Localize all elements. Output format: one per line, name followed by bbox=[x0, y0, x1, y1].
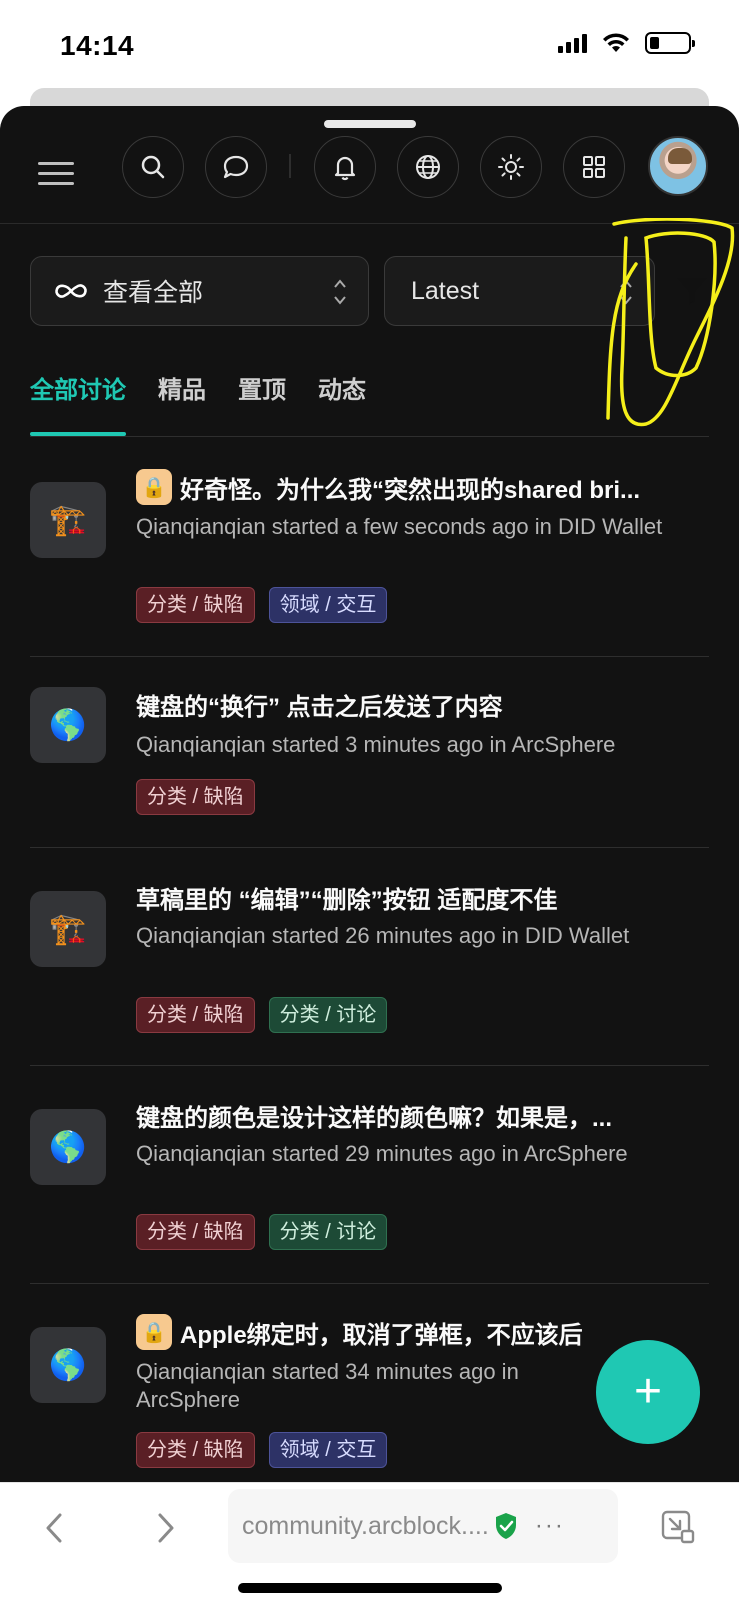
sort-select[interactable]: Latest bbox=[384, 256, 655, 326]
discussion-title-text: 键盘的“换行” 点击之后发送了内容 bbox=[136, 694, 503, 721]
tab-all-discussions[interactable]: 全部讨论 bbox=[30, 368, 126, 436]
browser-toolbar: community.arcblock.... ··· bbox=[0, 1482, 739, 1600]
view-select-label: 查看全部 bbox=[103, 279, 204, 307]
chevron-updown-icon bbox=[334, 279, 346, 305]
discussion-title[interactable]: 🔒 Apple绑定时，取消了弹框，不应该后 bbox=[136, 1314, 589, 1350]
discussion-list: 🏗️ 🔒 好奇怪。为什么我“突然出现的shared bri... Qianqia… bbox=[30, 439, 709, 1486]
lock-icon: 🔒 bbox=[136, 469, 172, 505]
discussion-item[interactable]: 🏗️ 🔒 好奇怪。为什么我“突然出现的shared bri... Qianqia… bbox=[30, 439, 709, 657]
discussion-title[interactable]: 键盘的“换行” 点击之后发送了内容 bbox=[136, 687, 699, 722]
board-avatar: 🌎 bbox=[30, 687, 106, 763]
chevron-updown-icon bbox=[620, 279, 632, 305]
discussion-title[interactable]: 🔒 好奇怪。为什么我“突然出现的shared bri... bbox=[136, 469, 699, 505]
tag[interactable]: 领域 / 交互 bbox=[268, 1432, 388, 1468]
status-time: 14:14 bbox=[60, 30, 135, 61]
infinity-icon bbox=[55, 284, 87, 298]
sort-select-label: Latest bbox=[411, 276, 480, 305]
tag[interactable]: 分类 / 讨论 bbox=[268, 1214, 388, 1250]
grid-icon bbox=[583, 156, 605, 178]
tag[interactable]: 分类 / 缺陷 bbox=[136, 587, 255, 623]
address-bar[interactable]: community.arcblock.... ··· bbox=[228, 1489, 618, 1563]
sun-icon bbox=[498, 154, 524, 180]
minimize-window-icon[interactable] bbox=[660, 1509, 696, 1545]
forward-icon[interactable] bbox=[150, 1511, 180, 1545]
discussion-title[interactable]: 草稿里的 “编辑”“删除”按钮 适配度不佳 bbox=[136, 880, 699, 915]
discussion-meta: Qianqianqian started 29 minutes ago in A… bbox=[136, 1141, 628, 1166]
board-avatar: 🌎 bbox=[30, 1327, 106, 1403]
home-indicator bbox=[238, 1583, 502, 1593]
community-sheet: 查看全部 Latest 全部讨论 精品 置顶 动态 🏗️ 🔒 好奇怪。为什么我“… bbox=[0, 106, 739, 1486]
discussion-item[interactable]: 🏗️ 草稿里的 “编辑”“删除”按钮 适配度不佳 Qianqianqian st… bbox=[30, 848, 709, 1066]
discussion-title-text: 好奇怪。为什么我“突然出现的shared bri... bbox=[180, 476, 641, 504]
discussion-meta: Qianqianqian started 3 minutes ago in Ar… bbox=[136, 732, 616, 757]
tag[interactable]: 分类 / 讨论 bbox=[268, 997, 388, 1033]
tag-list: 分类 / 缺陷 分类 / 讨论 bbox=[136, 1214, 388, 1250]
tag-list: 分类 / 缺陷 领域 / 交互 bbox=[136, 1432, 388, 1468]
tag-list: 分类 / 缺陷 领域 / 交互 bbox=[136, 587, 388, 623]
bell-icon bbox=[334, 156, 356, 181]
toolbar-divider bbox=[289, 154, 291, 178]
tag[interactable]: 分类 / 缺陷 bbox=[136, 779, 255, 815]
sheet-grabber[interactable] bbox=[324, 120, 416, 128]
verified-shield-icon bbox=[495, 1513, 516, 1539]
lock-icon: 🔒 bbox=[136, 1314, 172, 1350]
tag[interactable]: 分类 / 缺陷 bbox=[136, 1214, 255, 1250]
discussion-item[interactable]: 🌎 键盘的“换行” 点击之后发送了内容 Qianqianqian started… bbox=[30, 657, 709, 848]
theme-button[interactable] bbox=[480, 136, 542, 198]
discussion-title-text: Apple绑定时，取消了弹框，不应该后 bbox=[180, 1321, 583, 1349]
board-avatar: 🏗️ bbox=[30, 482, 106, 558]
search-icon bbox=[141, 155, 165, 179]
discussion-title[interactable]: 键盘的颜色是设计这样的颜色嘛？如果是，... bbox=[136, 1098, 699, 1133]
discussion-meta: Qianqianqian started 26 minutes ago in D… bbox=[136, 923, 630, 948]
user-avatar[interactable] bbox=[648, 136, 708, 196]
tag[interactable]: 分类 / 缺陷 bbox=[136, 997, 255, 1033]
view-select[interactable]: 查看全部 bbox=[30, 256, 369, 326]
chat-button[interactable] bbox=[205, 136, 267, 198]
tab-featured[interactable]: 精品 bbox=[158, 368, 206, 436]
discussion-title-text: 键盘的颜色是设计这样的颜色嘛？如果是，... bbox=[136, 1105, 613, 1132]
tabs-divider bbox=[30, 436, 709, 437]
discussion-item[interactable]: 🌎 键盘的颜色是设计这样的颜色嘛？如果是，... Qianqianqian st… bbox=[30, 1066, 709, 1284]
back-icon[interactable] bbox=[40, 1511, 70, 1545]
plus-icon: + bbox=[633, 1365, 663, 1418]
filter-icon[interactable] bbox=[674, 272, 710, 308]
discussion-tabs: 全部讨论 精品 置顶 动态 bbox=[30, 368, 366, 438]
menu-icon[interactable] bbox=[38, 154, 76, 194]
battery-icon bbox=[645, 32, 695, 54]
discussion-meta: Qianqianqian started 34 minutes ago in A… bbox=[136, 1359, 519, 1412]
status-bar: 14:14 bbox=[0, 0, 739, 90]
wifi-icon bbox=[603, 33, 629, 52]
status-icons bbox=[558, 32, 695, 54]
tag[interactable]: 领域 / 交互 bbox=[268, 587, 388, 623]
cellular-signal-icon bbox=[558, 33, 587, 53]
discussion-meta: Qianqianqian started a few seconds ago i… bbox=[136, 514, 663, 539]
discussion-title-text: 草稿里的 “编辑”“删除”按钮 适配度不佳 bbox=[136, 887, 558, 914]
language-button[interactable] bbox=[397, 136, 459, 198]
tag-list: 分类 / 缺陷 bbox=[136, 779, 255, 815]
new-discussion-button[interactable]: + bbox=[596, 1340, 700, 1444]
board-avatar: 🌎 bbox=[30, 1109, 106, 1185]
tab-pinned[interactable]: 置顶 bbox=[238, 368, 286, 436]
search-button[interactable] bbox=[122, 136, 184, 198]
url-text: community.arcblock.... bbox=[242, 1511, 489, 1540]
notifications-button[interactable] bbox=[314, 136, 376, 198]
top-toolbar bbox=[0, 134, 739, 224]
apps-button[interactable] bbox=[563, 136, 625, 198]
tab-activity[interactable]: 动态 bbox=[318, 368, 366, 436]
tag-list: 分类 / 缺陷 分类 / 讨论 bbox=[136, 997, 388, 1033]
globe-icon bbox=[416, 155, 440, 179]
board-avatar: 🏗️ bbox=[30, 891, 106, 967]
more-options-icon[interactable]: ··· bbox=[535, 1512, 565, 1540]
tag[interactable]: 分类 / 缺陷 bbox=[136, 1432, 255, 1468]
chat-icon bbox=[223, 155, 249, 179]
